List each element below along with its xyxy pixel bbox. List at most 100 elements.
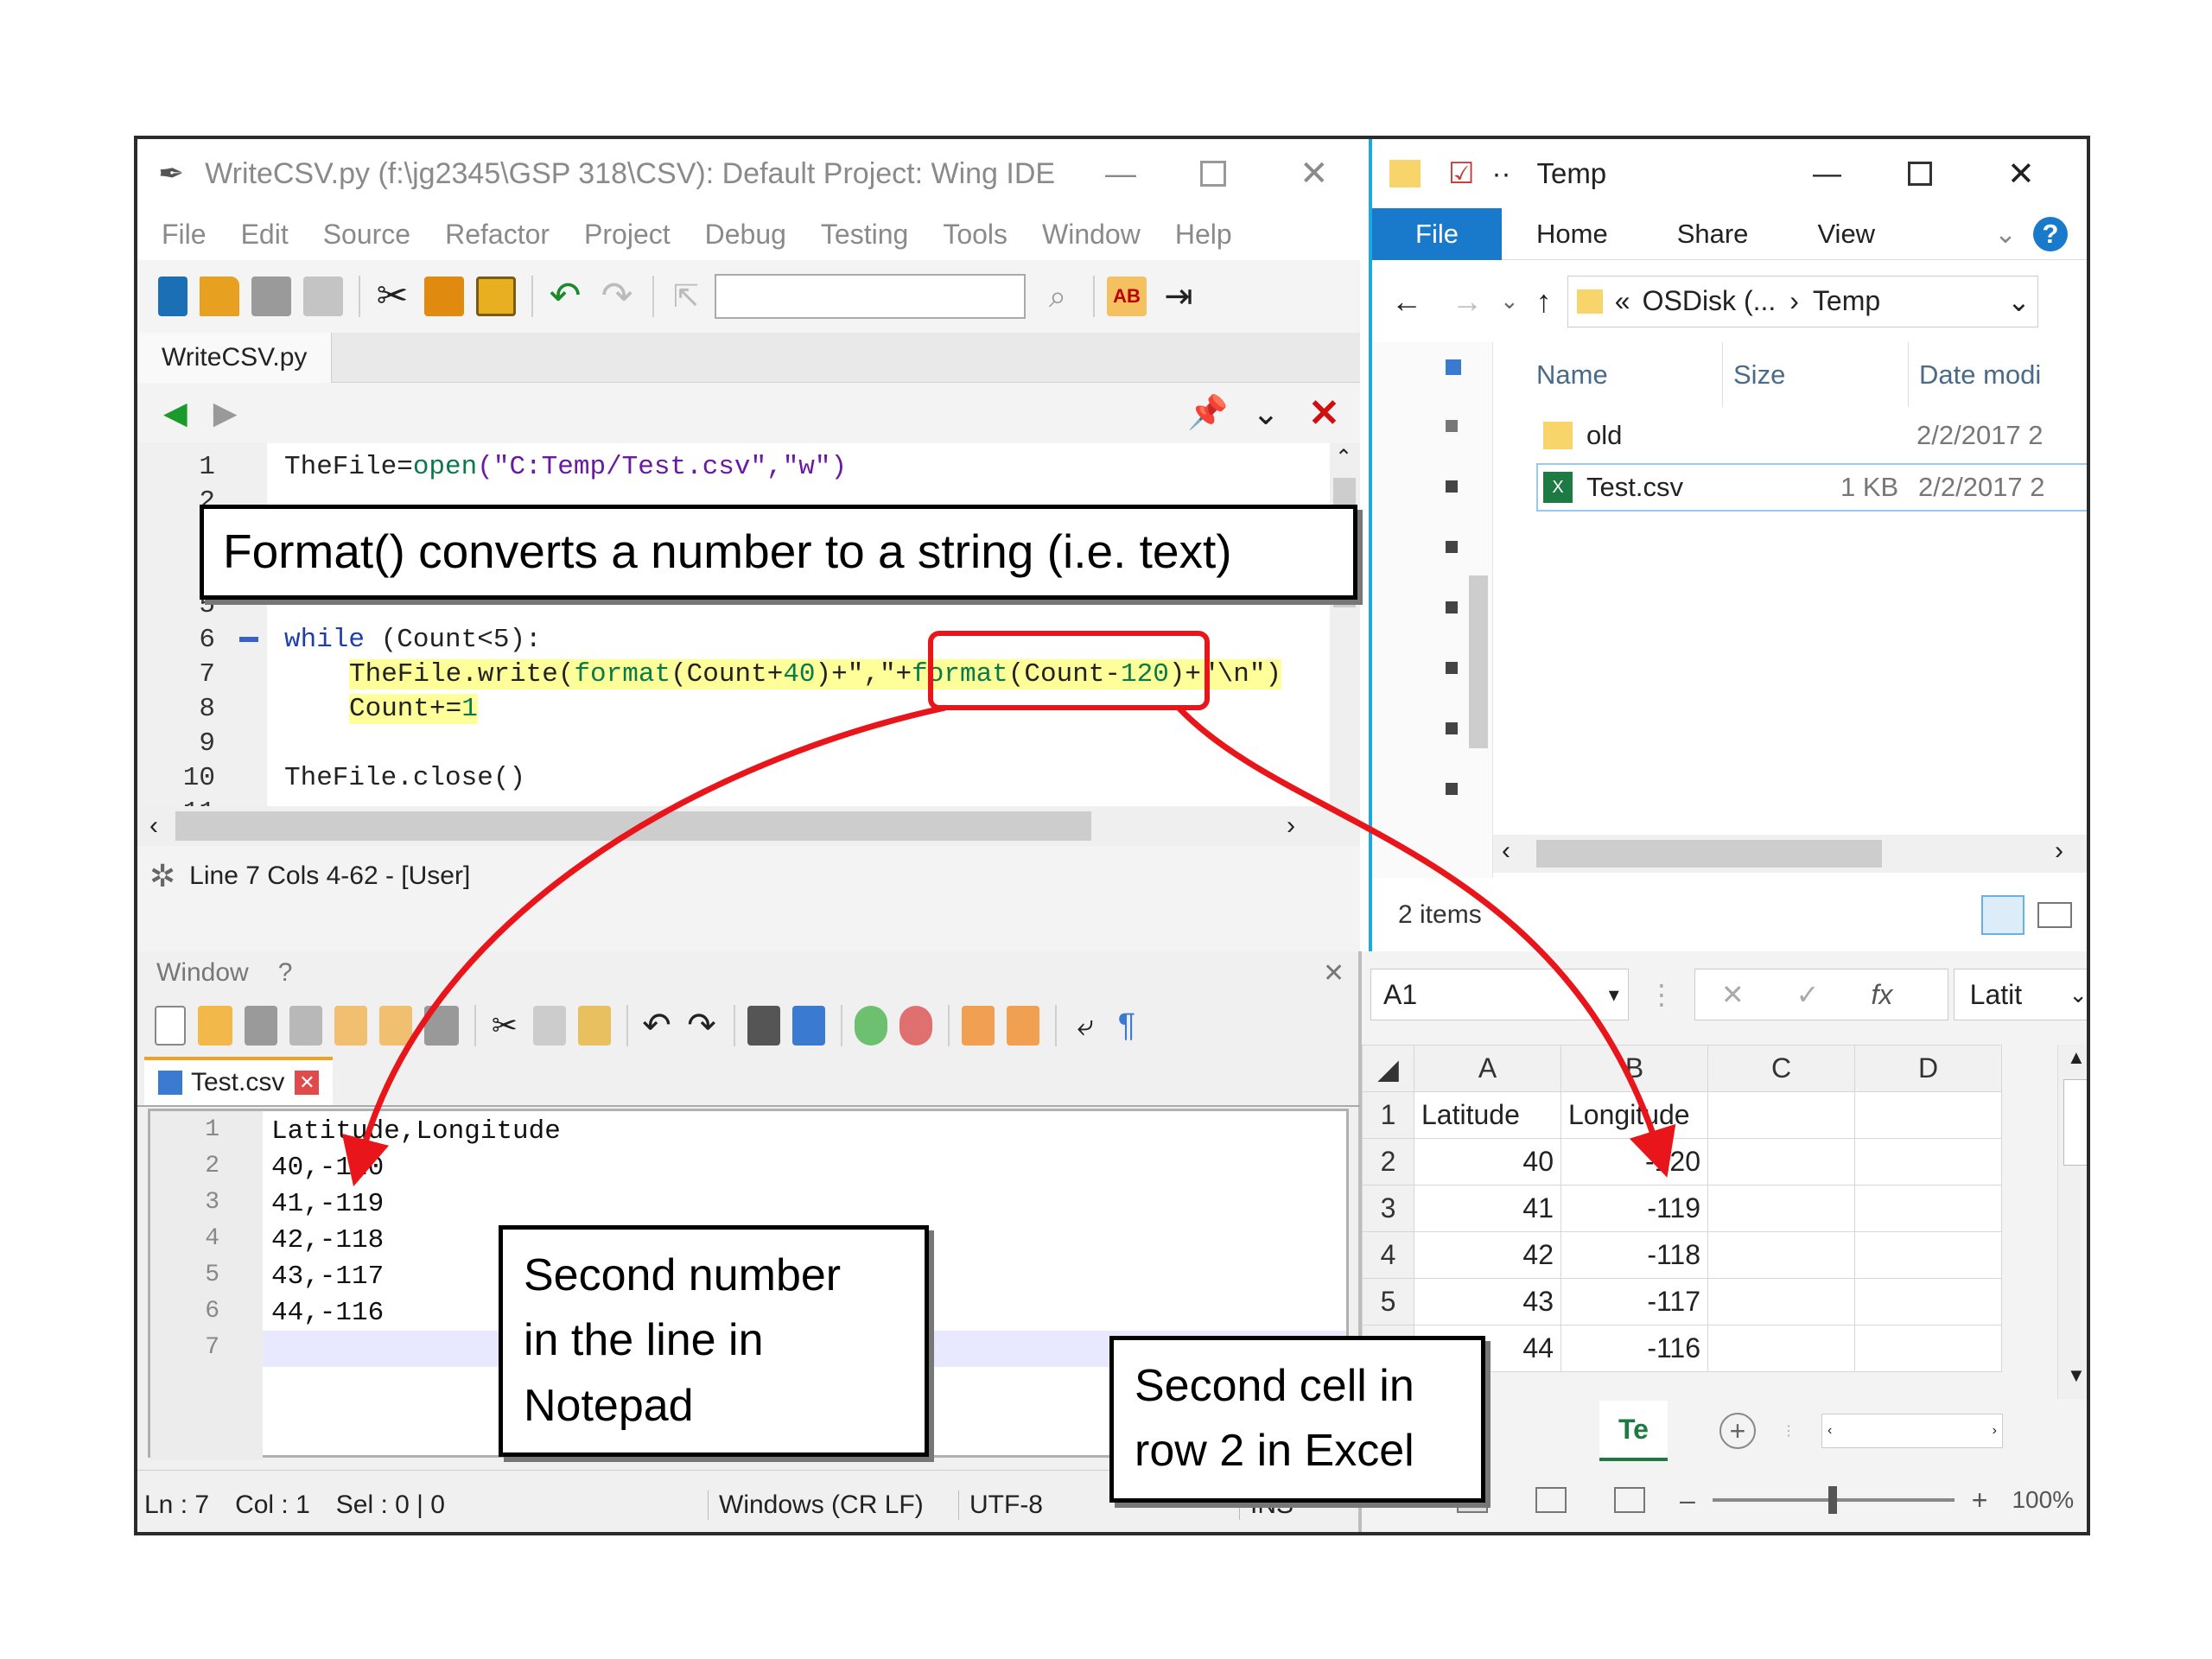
sheet-tab[interactable]: Te (1599, 1401, 1668, 1461)
list-item[interactable]: old 2/2/2017 2 (1536, 411, 2087, 460)
fold-marker-icon[interactable] (239, 637, 258, 642)
zoom-in-icon[interactable]: + (1972, 1484, 1988, 1516)
pin-icon[interactable]: 📌 (1187, 394, 1228, 432)
chevron-down-icon[interactable]: ▾ (1609, 982, 1619, 1007)
new-file-icon[interactable] (155, 1006, 186, 1046)
cell-a2[interactable]: 40 (1414, 1138, 1561, 1185)
search-input[interactable] (715, 274, 1026, 319)
maximize-icon[interactable] (1200, 161, 1226, 187)
cell-a3[interactable]: 41 (1414, 1185, 1561, 1232)
menu-edit[interactable]: Edit (241, 219, 289, 251)
back-arrow-icon[interactable]: ← (1391, 283, 1422, 320)
scroll-up-icon[interactable]: ▲ (2067, 1046, 2086, 1069)
indent-icon[interactable]: ⇥ (1159, 276, 1198, 316)
save-icon[interactable] (245, 1006, 277, 1046)
new-file-icon[interactable] (158, 276, 188, 316)
address-overflow[interactable]: « (1615, 285, 1630, 317)
code-editor[interactable]: 1 2 3 4 5 6 7 8 9 10 11 TheFile=open("C:… (137, 443, 1330, 806)
nav-scroll-thumb[interactable] (1469, 575, 1488, 748)
cell-b3[interactable]: -119 (1560, 1185, 1708, 1232)
close-icon[interactable]: ✕ (295, 1071, 320, 1095)
help-icon[interactable]: ? (2033, 216, 2068, 251)
replace-icon[interactable] (792, 1006, 825, 1046)
scroll-thumb[interactable] (2063, 1079, 2087, 1166)
large-icons-view-icon[interactable] (2037, 901, 2072, 928)
scroll-right-icon[interactable]: › (1993, 1423, 1997, 1439)
row-header[interactable]: 5 (1362, 1278, 1414, 1325)
excel-vertical-scrollbar[interactable]: ▲ ▼ (2057, 1045, 2087, 1399)
menu-window[interactable]: Window (156, 958, 249, 988)
column-header[interactable]: B (1560, 1045, 1708, 1092)
menu-refactor[interactable]: Refactor (445, 219, 550, 251)
minimize-icon[interactable]: — (1105, 156, 1136, 192)
spell-check-icon[interactable]: AB (1107, 276, 1147, 316)
scroll-thumb[interactable] (1536, 840, 1882, 868)
undo-icon[interactable]: ↶ (545, 276, 585, 316)
details-view-icon[interactable] (1981, 894, 2024, 935)
cell[interactable] (1854, 1185, 2002, 1232)
sync-v-icon[interactable] (962, 1006, 995, 1046)
cell[interactable] (1854, 1091, 2002, 1139)
scroll-down-icon[interactable]: ▼ (2067, 1364, 2086, 1387)
minimize-icon[interactable]: — (1813, 157, 1841, 190)
close-icon[interactable]: ✕ (1323, 958, 1344, 988)
menu-project[interactable]: Project (584, 219, 671, 251)
open-folder-icon[interactable] (200, 276, 239, 316)
cell-a1[interactable]: Latitude (1414, 1091, 1561, 1139)
undo-icon[interactable]: ↶ (640, 1006, 673, 1046)
row-header[interactable]: 4 (1362, 1231, 1414, 1279)
save-icon[interactable] (251, 276, 291, 316)
cell-b1[interactable]: Longitude (1560, 1091, 1708, 1139)
column-header[interactable]: C (1707, 1045, 1855, 1092)
menu-help[interactable]: Help (1175, 219, 1232, 251)
column-size[interactable]: Size (1722, 342, 1785, 407)
chevron-down-icon[interactable]: ⌄ (2069, 982, 2087, 1008)
ribbon-tab-view[interactable]: View (1817, 219, 1875, 250)
cancel-icon[interactable]: ✕ (1721, 978, 1745, 1011)
horizontal-scrollbar[interactable]: ‹ › (1821, 1414, 2003, 1448)
close-file-icon[interactable] (334, 1006, 367, 1046)
cell[interactable] (1854, 1278, 2002, 1325)
word-wrap-icon[interactable]: ⤶ (1069, 1006, 1102, 1046)
zoom-level[interactable]: 100% (2012, 1486, 2074, 1514)
cell[interactable] (1707, 1278, 1855, 1325)
cell[interactable] (1854, 1138, 2002, 1185)
cut-icon[interactable]: ✂ (372, 276, 412, 316)
row-header[interactable]: 3 (1362, 1185, 1414, 1232)
menu-tools[interactable]: Tools (943, 219, 1007, 251)
menu-debug[interactable]: Debug (705, 219, 786, 251)
page-break-icon[interactable] (1614, 1487, 1645, 1513)
recent-chevron-icon[interactable]: ⌄ (1500, 288, 1519, 315)
address-bar[interactable]: « OSDisk (... › Temp ⌄ (1567, 275, 2038, 327)
chevron-down-icon[interactable]: ⌄ (1994, 219, 2017, 250)
address-part-osdisk[interactable]: OSDisk (... (1643, 285, 1777, 317)
cell[interactable] (1707, 1138, 1855, 1185)
ribbon-tab-file[interactable]: File (1372, 207, 1502, 260)
search-icon[interactable]: ⌕ (1038, 276, 1077, 316)
add-sheet-icon[interactable]: + (1719, 1413, 1756, 1449)
cell-a4[interactable]: 42 (1414, 1231, 1561, 1279)
cell[interactable] (1707, 1231, 1855, 1279)
cell[interactable] (1707, 1091, 1855, 1139)
cell[interactable] (1854, 1325, 2002, 1372)
chevron-down-icon[interactable]: ⌄ (1252, 394, 1280, 433)
back-arrow-icon[interactable]: ◀ (163, 395, 188, 431)
zoom-out-icon[interactable]: – (1680, 1484, 1695, 1516)
zoom-out-icon[interactable] (899, 1006, 932, 1046)
maximize-icon[interactable] (1908, 162, 1932, 186)
select-all-corner[interactable]: ◢ (1362, 1045, 1414, 1092)
sync-h-icon[interactable] (1007, 1006, 1039, 1046)
save-all-icon[interactable] (289, 1006, 322, 1046)
close-icon[interactable]: ✕ (1300, 154, 1329, 194)
enter-icon[interactable]: ✓ (1796, 978, 1820, 1011)
tab-test-csv[interactable]: Test.csv ✕ (144, 1057, 334, 1105)
save-all-icon[interactable] (303, 276, 343, 316)
column-date[interactable]: Date modi (1908, 342, 2041, 407)
forward-arrow-icon[interactable]: ▶ (213, 395, 238, 431)
checkmark-icon[interactable]: ☑ (1448, 156, 1474, 191)
show-symbols-icon[interactable]: ¶ (1114, 1006, 1140, 1046)
formula-input[interactable]: Latit ⌄ (1953, 969, 2087, 1020)
menu-help[interactable]: ? (278, 958, 293, 988)
navigation-pane[interactable] (1372, 342, 1493, 878)
function-icon[interactable]: fx (1871, 979, 1892, 1011)
